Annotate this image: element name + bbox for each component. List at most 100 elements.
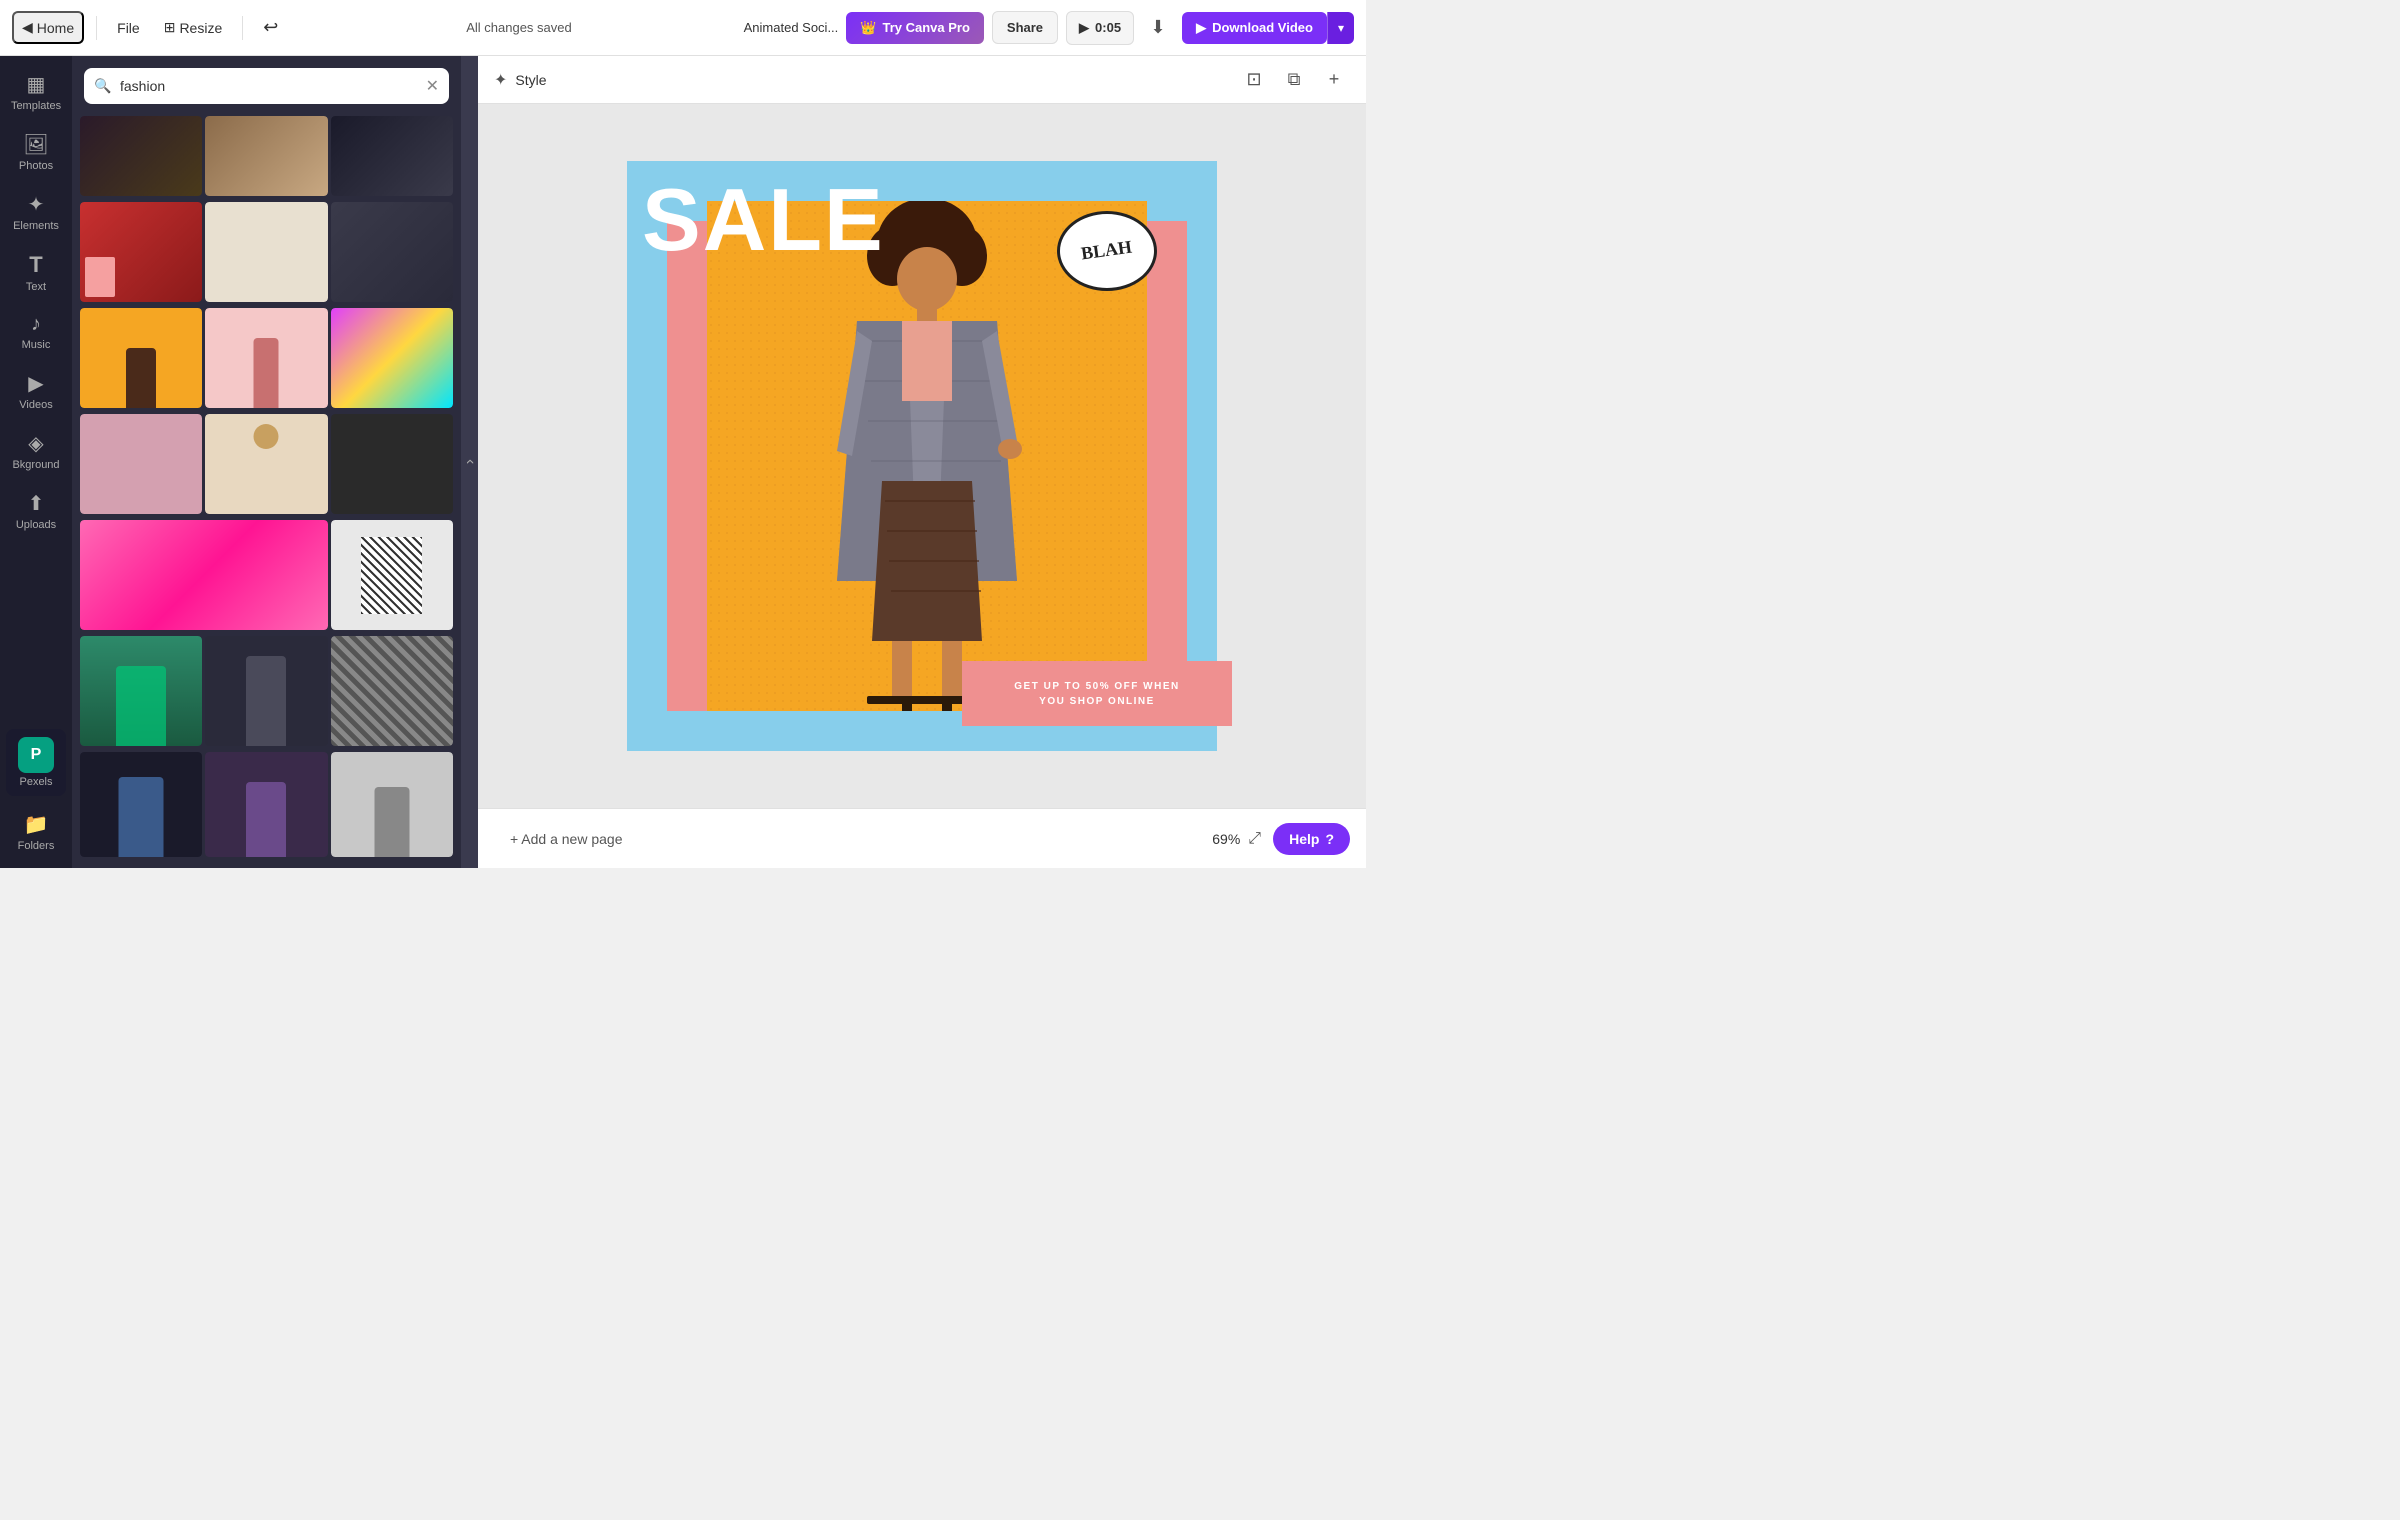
photo-grid [72, 116, 461, 868]
photo-item-13[interactable] [80, 520, 328, 630]
sale-label: SALE [642, 170, 885, 269]
text-label: Text [26, 281, 46, 293]
copy-button[interactable]: ⧉ [1278, 64, 1310, 96]
background-label: Bkground [12, 459, 59, 471]
help-icon: ? [1325, 831, 1334, 847]
add-page-button[interactable]: + Add a new page [494, 823, 639, 855]
style-bar: ✦ Style ⊡ ⧉ + [478, 56, 1366, 104]
photo-item-7[interactable] [80, 308, 202, 408]
pexels-icon: P [31, 746, 42, 764]
sidebar-item-pexels[interactable]: P Pexels [6, 729, 66, 796]
bottom-bar: + Add a new page 69% ⤢ Help ? [478, 808, 1366, 868]
design-sale-text: SALE [642, 176, 885, 264]
sidebar: ▦ Templates 🖼 Photos ✦ Elements T Text ♪… [0, 56, 72, 868]
photo-item-14[interactable] [331, 520, 453, 630]
photo-item-6[interactable] [331, 202, 453, 302]
saved-status: All changes saved [302, 20, 735, 35]
templates-label: Templates [11, 100, 61, 112]
photo-item-17[interactable] [331, 636, 453, 746]
add-button[interactable]: + [1318, 64, 1350, 96]
photo-item-10[interactable] [80, 414, 202, 514]
sidebar-item-text[interactable]: T Text [6, 244, 66, 301]
photos-label: Photos [19, 160, 53, 172]
templates-icon: ▦ [27, 72, 46, 97]
canvas-toolbar-right: ⊡ ⧉ + [1238, 64, 1350, 96]
photo-item-8[interactable] [205, 308, 327, 408]
help-button[interactable]: Help ? [1273, 823, 1350, 855]
search-clear-button[interactable]: ✕ [426, 76, 439, 96]
pexels-badge: P [18, 737, 54, 773]
folders-icon: 📁 [24, 812, 49, 837]
play-icon: ▶ [1079, 20, 1089, 36]
sidebar-item-templates[interactable]: ▦ Templates [6, 64, 66, 120]
photo-item-15[interactable] [80, 636, 202, 746]
elements-icon: ✦ [28, 192, 45, 217]
videos-label: Videos [19, 399, 52, 411]
photos-icon: 🖼 [23, 132, 48, 157]
sidebar-item-uploads[interactable]: ⬆ Uploads [6, 483, 66, 539]
download-video-caret[interactable]: ▾ [1327, 12, 1354, 44]
sidebar-item-photos[interactable]: 🖼 Photos [6, 124, 66, 180]
music-label: Music [22, 339, 51, 351]
sidebar-item-background[interactable]: ◈ Bkground [6, 423, 66, 479]
topbar-right: 👑 Try Canva Pro Share ▶ 0:05 ⬇ ▶ Downloa… [846, 11, 1354, 45]
frame-button[interactable]: ⊡ [1238, 64, 1270, 96]
folders-label: Folders [18, 840, 55, 852]
resize-button[interactable]: ⊞ Resize [156, 13, 231, 42]
zoom-level: 69% [1212, 831, 1240, 847]
file-button[interactable]: File [109, 14, 148, 42]
photo-item-5[interactable] [205, 202, 327, 302]
design-speech-bubble: BLAH [1057, 211, 1157, 291]
canvas-area: ✦ Style ⊡ ⧉ + [478, 56, 1366, 868]
pexels-label: Pexels [19, 776, 52, 788]
sidebar-item-videos[interactable]: ▶ Videos [6, 363, 66, 419]
photo-item-12[interactable] [331, 414, 453, 514]
photo-item-11[interactable] [205, 414, 327, 514]
photo-item-9[interactable] [331, 308, 453, 408]
photo-item-16[interactable] [205, 636, 327, 746]
search-input[interactable] [84, 68, 449, 104]
undo-button[interactable]: ↩ [255, 11, 286, 44]
download-video-button[interactable]: ▶ Download Video [1182, 12, 1327, 44]
photo-item-19[interactable] [205, 752, 327, 857]
topbar: ◀ Home File ⊞ Resize ↩ All changes saved… [0, 0, 1366, 56]
play-time: 0:05 [1095, 20, 1121, 35]
photo-item-1[interactable] [80, 116, 202, 196]
sidebar-item-music[interactable]: ♪ Music [6, 305, 66, 359]
design-canvas[interactable]: SALE BLAH GET UP TO 50% OFF WHENYOU SHOP… [627, 161, 1217, 751]
background-icon: ◈ [28, 431, 43, 456]
try-pro-label: Try Canva Pro [882, 20, 969, 35]
promo-text: GET UP TO 50% OFF WHENYOU SHOP ONLINE [1014, 679, 1179, 709]
photo-item-2[interactable] [205, 116, 327, 196]
zoom-controls: 69% ⤢ [1212, 830, 1261, 848]
download-icon-button[interactable]: ⬇ [1142, 12, 1174, 44]
topbar-divider-2 [242, 16, 243, 40]
home-chevron-icon: ◀ [22, 19, 33, 36]
try-pro-button[interactable]: 👑 Try Canva Pro [846, 12, 984, 44]
photo-item-20[interactable] [331, 752, 453, 857]
caret-icon: ▾ [1338, 21, 1344, 35]
crown-icon: 👑 [860, 20, 876, 36]
photo-item-3[interactable] [331, 116, 453, 196]
play-button[interactable]: ▶ 0:05 [1066, 11, 1134, 45]
style-label: Style [515, 72, 546, 88]
sidebar-item-folders[interactable]: 📁 Folders [6, 804, 66, 860]
download-icon: ⬇ [1151, 17, 1166, 38]
blah-text: BLAH [1080, 238, 1133, 265]
copy-icon: ⧉ [1288, 69, 1301, 90]
project-name: Animated Soci... [744, 20, 839, 35]
search-box: 🔍 ✕ [84, 68, 449, 104]
sidebar-item-elements[interactable]: ✦ Elements [6, 184, 66, 240]
zoom-expand-button[interactable]: ⤢ [1248, 830, 1261, 848]
help-label: Help [1289, 831, 1319, 847]
music-icon: ♪ [31, 313, 41, 336]
resize-icon: ⊞ [164, 19, 176, 36]
undo-icon: ↩ [263, 17, 278, 38]
home-button[interactable]: ◀ Home [12, 11, 84, 44]
share-button[interactable]: Share [992, 11, 1058, 44]
photo-item-4[interactable] [80, 202, 202, 302]
resize-label: Resize [179, 20, 222, 36]
panel-collapse-handle[interactable]: ‹ [462, 56, 478, 868]
photo-item-18[interactable] [80, 752, 202, 857]
uploads-label: Uploads [16, 519, 56, 531]
